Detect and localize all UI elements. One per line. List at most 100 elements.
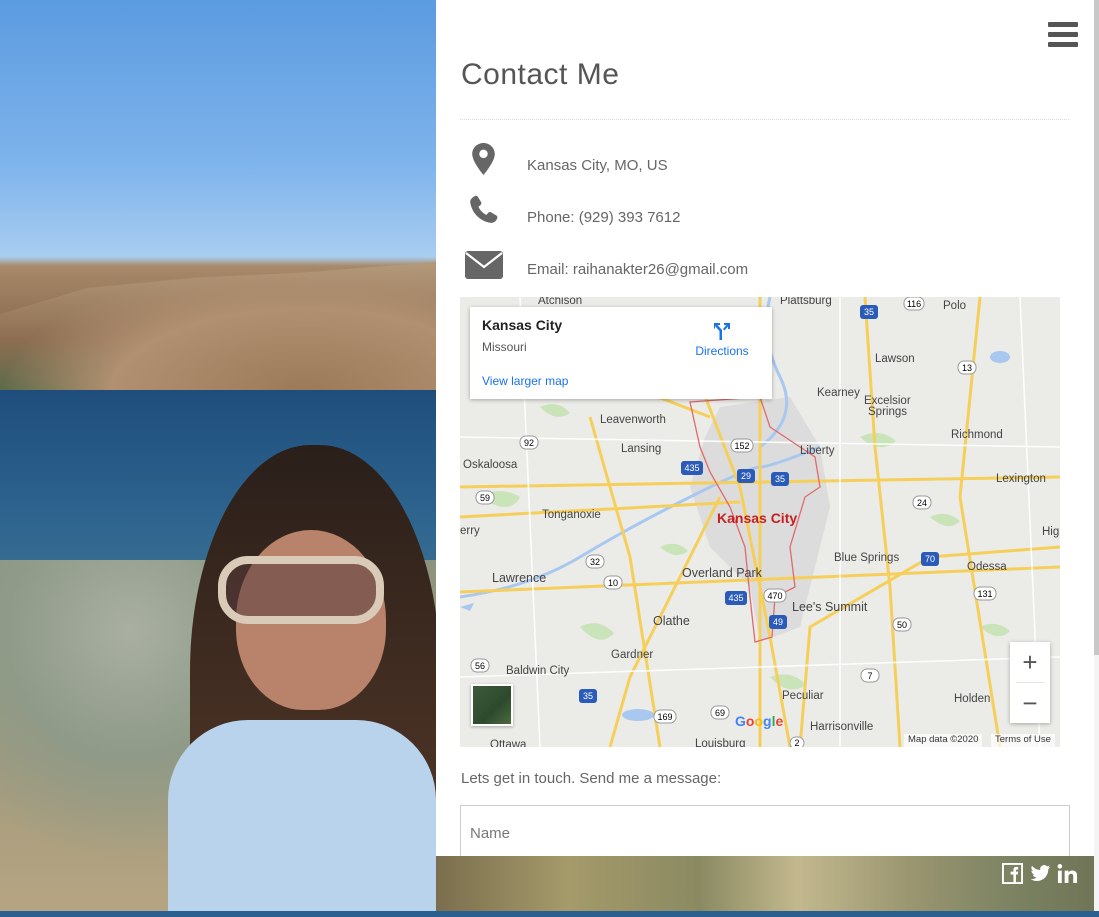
route-marker: 169 xyxy=(653,709,677,724)
facebook-icon[interactable] xyxy=(1002,863,1023,884)
page-title: Contact Me xyxy=(461,58,620,91)
route-label: 56 xyxy=(475,661,485,671)
route-marker: 69 xyxy=(710,705,730,720)
route-marker: 35 xyxy=(860,305,878,319)
map-label: Ottawa xyxy=(490,739,527,747)
route-label: 470 xyxy=(767,591,782,601)
route-label: 10 xyxy=(608,578,618,588)
photo-person-shirt xyxy=(168,720,436,917)
google-logo: Google xyxy=(735,713,784,729)
bottom-edge-bar xyxy=(0,911,1099,917)
scrollbar-thumb[interactable] xyxy=(1094,0,1099,655)
route-label: 50 xyxy=(897,620,907,630)
route-marker: 29 xyxy=(737,469,755,483)
contact-email[interactable]: Email: raihanakter26@gmail.com xyxy=(527,261,748,278)
zoom-out-button[interactable]: − xyxy=(1010,683,1050,723)
directions-button[interactable]: Directions xyxy=(690,321,754,358)
profile-photo xyxy=(0,0,436,917)
map-label: erry xyxy=(460,525,480,537)
route-marker: 116 xyxy=(903,297,925,311)
route-marker: 131 xyxy=(973,586,997,601)
envelope-icon xyxy=(465,251,503,279)
map-label: Lansing xyxy=(621,443,661,455)
linkedin-icon[interactable] xyxy=(1057,863,1078,884)
map-label: Blue Springs xyxy=(834,552,899,564)
map-label: Louisburg xyxy=(695,738,746,747)
map-place-region: Missouri xyxy=(482,340,527,354)
map-label: Hig xyxy=(1042,526,1059,538)
map-label: Overland Park xyxy=(682,566,763,580)
map-info-card: Kansas City Missouri View larger map Dir… xyxy=(470,307,772,399)
route-marker: 92 xyxy=(519,435,539,450)
hamburger-menu-icon[interactable] xyxy=(1048,22,1078,48)
twitter-icon[interactable] xyxy=(1030,863,1051,884)
map-label: Harrisonville xyxy=(810,721,873,733)
route-label: 13 xyxy=(962,363,972,373)
map-terms-link[interactable]: Terms of Use xyxy=(991,734,1055,747)
route-label: 92 xyxy=(524,438,534,448)
route-label: 116 xyxy=(907,299,921,309)
map-label: Lawson xyxy=(875,353,915,365)
route-label: 32 xyxy=(590,557,600,567)
phone-icon xyxy=(470,195,498,223)
route-label: 49 xyxy=(773,617,783,627)
map-label: Plattsburg xyxy=(780,297,832,307)
route-label: 2 xyxy=(794,738,799,747)
route-marker: 435 xyxy=(681,461,703,475)
route-marker: 32 xyxy=(585,554,605,569)
route-marker: 435 xyxy=(725,591,747,605)
map-label: Atchison xyxy=(538,297,582,307)
name-input[interactable] xyxy=(460,805,1070,861)
footer-banner xyxy=(436,856,1094,917)
route-marker: 70 xyxy=(921,552,939,566)
route-marker: 49 xyxy=(769,615,787,629)
map-label: Leavenworth xyxy=(600,414,666,426)
map-data-credit[interactable]: Map data ©2020 xyxy=(904,734,983,747)
contact-phone: Phone: (929) 393 7612 xyxy=(527,209,681,226)
route-marker: 10 xyxy=(603,575,623,590)
route-label: 70 xyxy=(925,554,935,564)
map-zoom-controls: + − xyxy=(1010,642,1050,723)
route-label: 7 xyxy=(867,671,872,681)
map-label: Gardner xyxy=(611,649,653,661)
route-label: 69 xyxy=(715,708,725,718)
route-label: 29 xyxy=(741,471,751,481)
route-marker: 7 xyxy=(860,668,880,683)
route-label: 169 xyxy=(657,712,672,722)
map-label: Lexington xyxy=(996,473,1046,485)
route-marker: 35 xyxy=(771,472,789,486)
map-label: Baldwin City xyxy=(506,665,570,677)
map-place-name: Kansas City xyxy=(482,317,563,333)
map-label: Olathe xyxy=(653,614,690,628)
directions-icon xyxy=(714,323,730,340)
map-label: Richmond xyxy=(951,429,1003,441)
route-label: 131 xyxy=(977,589,992,599)
view-larger-map-link[interactable]: View larger map xyxy=(482,374,568,388)
map-label: Holden xyxy=(954,693,990,705)
map-label: Lee's Summit xyxy=(792,600,868,614)
satellite-view-toggle[interactable] xyxy=(471,684,513,726)
route-marker: 56 xyxy=(470,658,490,673)
message-cta: Lets get in touch. Send me a message: xyxy=(461,770,722,787)
map-label: Oskaloosa xyxy=(463,459,518,471)
directions-label: Directions xyxy=(695,344,749,358)
route-marker: 35 xyxy=(579,689,597,703)
route-marker: 2 xyxy=(789,736,805,747)
photo-sunglasses xyxy=(218,556,384,624)
title-divider xyxy=(460,119,1069,120)
map-label: Polo xyxy=(943,300,966,312)
route-label: 35 xyxy=(775,474,785,484)
route-marker: 50 xyxy=(892,617,912,632)
route-marker: 152 xyxy=(730,438,754,453)
map-label: Tonganoxie xyxy=(542,509,601,521)
zoom-in-button[interactable]: + xyxy=(1010,642,1050,682)
route-label: 35 xyxy=(583,691,593,701)
map-label: Lawrence xyxy=(492,571,546,585)
route-marker: 24 xyxy=(912,495,932,510)
route-label: 24 xyxy=(917,498,927,508)
map-label: Springs xyxy=(868,406,907,418)
route-marker: 13 xyxy=(957,360,977,375)
page-scrollbar[interactable] xyxy=(1094,0,1099,917)
map-label: Liberty xyxy=(800,445,835,457)
route-label: 59 xyxy=(480,493,490,503)
